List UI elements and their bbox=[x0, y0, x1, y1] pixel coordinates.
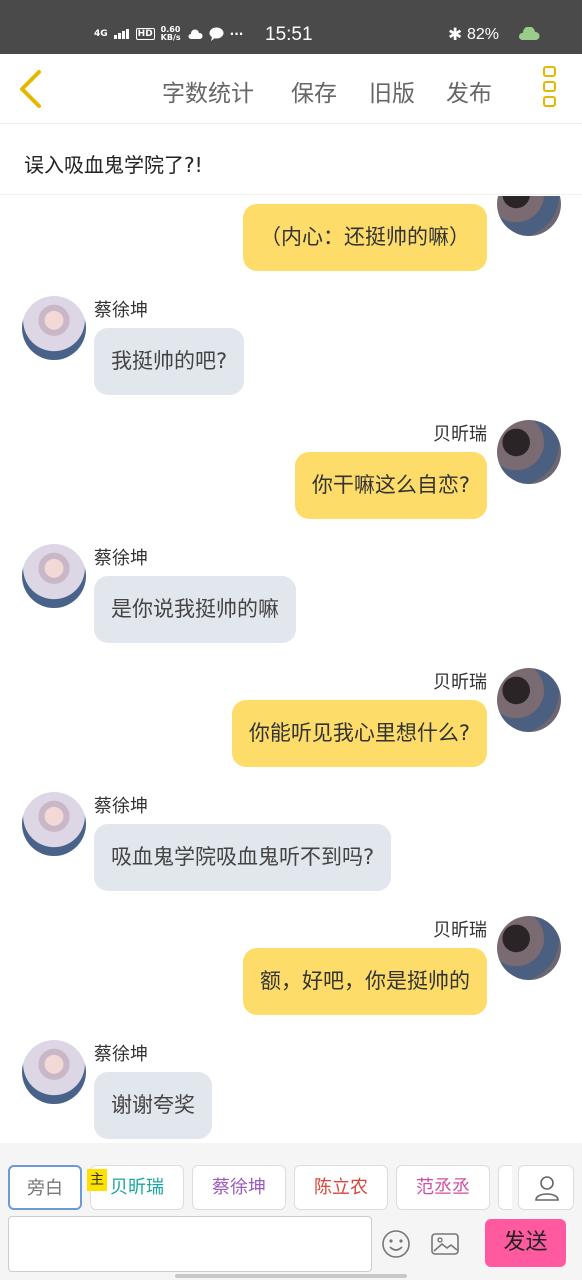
add-character-button[interactable] bbox=[518, 1165, 574, 1210]
chat-area[interactable]: （内心：还挺帅的嘛） 蔡徐坤 我挺帅的吧? 贝昕瑞 你干嘛这么自恋? 蔡徐坤 是… bbox=[0, 196, 582, 1142]
word-count-button[interactable]: 字数统计 bbox=[162, 74, 254, 108]
avatar[interactable] bbox=[22, 544, 86, 608]
bluetooth-icon: ✱ bbox=[448, 25, 463, 45]
avatar[interactable] bbox=[497, 420, 561, 484]
avatar[interactable] bbox=[497, 916, 561, 980]
avatar[interactable] bbox=[22, 792, 86, 856]
speaker-name: 蔡徐坤 bbox=[94, 300, 148, 321]
back-icon[interactable] bbox=[12, 66, 52, 112]
send-button[interactable]: 发送 bbox=[485, 1219, 566, 1267]
hd-badge: HD bbox=[135, 28, 155, 40]
old-version-button[interactable]: 旧版 bbox=[369, 74, 415, 108]
battery-level: 82% bbox=[467, 26, 500, 43]
user-icon bbox=[535, 1176, 559, 1201]
tab-character[interactable]: 陈立农 bbox=[294, 1165, 388, 1210]
message-bubble[interactable]: 是你说我挺帅的嘛 bbox=[94, 576, 296, 643]
editor-toolbar: 字数统计 保存 旧版 发布 bbox=[0, 54, 582, 124]
tab-overflow[interactable] bbox=[498, 1165, 512, 1210]
more-status-icon: ··· bbox=[229, 27, 244, 41]
message-input[interactable] bbox=[8, 1216, 372, 1272]
speaker-name: 贝昕瑞 bbox=[433, 672, 487, 693]
story-title: 误入吸血鬼学院了?! bbox=[24, 153, 203, 177]
message-bubble[interactable]: 你干嘛这么自恋? bbox=[294, 452, 487, 519]
emoji-icon[interactable] bbox=[380, 1228, 412, 1260]
cloud-icon bbox=[188, 29, 203, 39]
speed-unit: KB/s bbox=[160, 33, 181, 42]
avatar[interactable] bbox=[497, 668, 561, 732]
message-bubble[interactable]: 吸血鬼学院吸血鬼听不到吗? bbox=[94, 824, 392, 891]
message-bubble[interactable]: 你能听见我心里想什么? bbox=[231, 700, 487, 767]
image-icon[interactable] bbox=[429, 1228, 461, 1260]
publish-button[interactable]: 发布 bbox=[446, 74, 492, 108]
message-bubble[interactable]: 额，好吧，你是挺帅的 bbox=[243, 948, 487, 1015]
avatar[interactable] bbox=[22, 1040, 86, 1104]
host-badge: 主 bbox=[87, 1169, 107, 1191]
status-left-icons: 4G HD 0.60 KB/s ··· bbox=[94, 26, 243, 42]
avatar[interactable] bbox=[22, 296, 86, 360]
message-bubble[interactable]: 谢谢夸奖 bbox=[94, 1072, 212, 1139]
character-selector: 旁白 贝昕瑞 主 蔡徐坤 陈立农 范丞丞 bbox=[0, 1143, 582, 1213]
tab-character[interactable]: 范丞丞 bbox=[396, 1165, 490, 1210]
message-bubble[interactable]: （内心：还挺帅的嘛） bbox=[243, 204, 487, 271]
battery-icon bbox=[519, 27, 540, 40]
message-bubble[interactable]: 我挺帅的吧? bbox=[94, 328, 245, 395]
network-label: 4G bbox=[94, 29, 108, 39]
avatar[interactable] bbox=[497, 196, 561, 236]
message-input-row: 发送 bbox=[0, 1213, 582, 1280]
home-indicator[interactable] bbox=[175, 1274, 407, 1278]
story-title-bar[interactable]: 误入吸血鬼学院了?! bbox=[0, 125, 582, 195]
speaker-name: 蔡徐坤 bbox=[94, 548, 148, 569]
more-menu-icon[interactable] bbox=[538, 66, 560, 114]
tab-narrator[interactable]: 旁白 bbox=[8, 1165, 82, 1210]
speaker-name: 蔡徐坤 bbox=[94, 1044, 148, 1065]
status-bar: 4G HD 0.60 KB/s ··· 15:51 ✱ 82% bbox=[0, 0, 582, 54]
signal-icon bbox=[113, 29, 130, 39]
clock: 15:51 bbox=[265, 24, 313, 45]
save-button[interactable]: 保存 bbox=[291, 74, 337, 108]
speed-readout: 0.60 KB/s bbox=[161, 26, 181, 42]
speaker-name: 蔡徐坤 bbox=[94, 796, 148, 817]
message-icon bbox=[209, 27, 224, 41]
speaker-name: 贝昕瑞 bbox=[433, 920, 487, 941]
speaker-name: 贝昕瑞 bbox=[433, 424, 487, 445]
tab-character[interactable]: 蔡徐坤 bbox=[192, 1165, 286, 1210]
